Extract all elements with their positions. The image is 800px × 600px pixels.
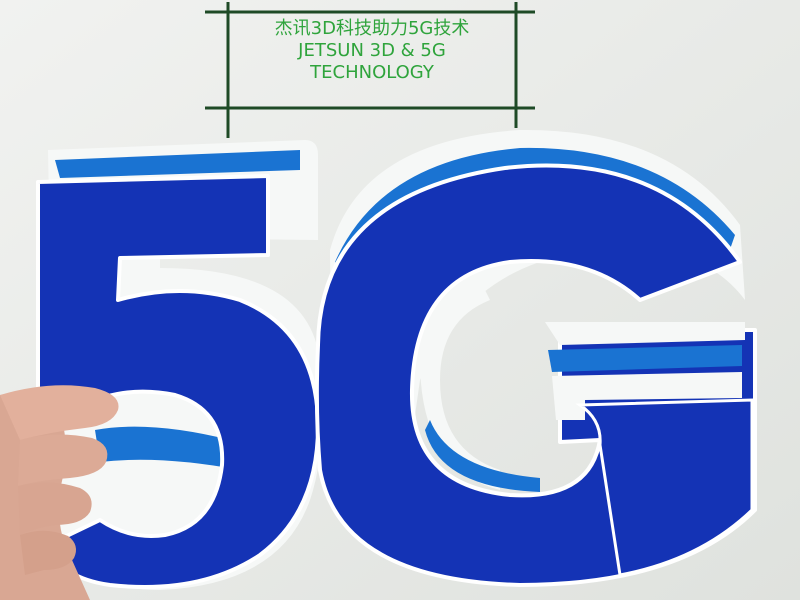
caption-line-chinese: 杰讯3D科技助力5G技术 <box>274 18 470 39</box>
caption: 杰讯3D科技助力5G技术 JETSUN 3D & 5G TECHNOLOGY <box>228 8 516 104</box>
caption-line-english-1: JETSUN 3D & 5G <box>298 40 446 61</box>
caption-line-english-2: TECHNOLOGY <box>310 62 434 83</box>
letter-5 <box>36 140 323 590</box>
